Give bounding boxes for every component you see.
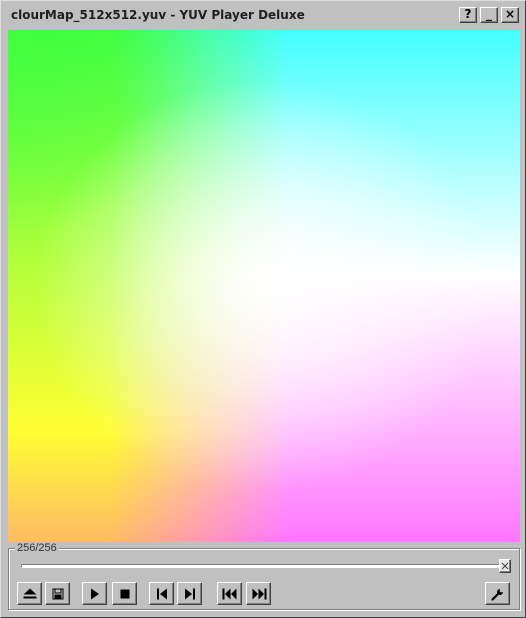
fast-forward-button[interactable] — [246, 582, 271, 605]
close-icon: × — [504, 7, 516, 21]
stop-button[interactable] — [112, 582, 137, 605]
step-forward-icon — [184, 588, 195, 599]
seek-slider[interactable] — [21, 564, 509, 568]
minimize-button[interactable]: _ — [480, 7, 498, 23]
rewind-icon — [222, 588, 236, 599]
step-back-button[interactable] — [149, 582, 174, 605]
step-forward-button[interactable] — [177, 582, 202, 605]
player-window: clourMap_512x512.yuv - YUV Player Deluxe… — [0, 0, 526, 618]
seek-slider-thumb[interactable] — [499, 559, 511, 573]
rewind-button[interactable] — [217, 582, 242, 605]
settings-button[interactable] — [485, 582, 510, 605]
window-title: clourMap_512x512.yuv - YUV Player Deluxe — [11, 8, 305, 22]
save-icon — [52, 588, 63, 599]
play-button[interactable] — [82, 582, 107, 605]
stop-icon — [120, 589, 129, 598]
eject-button[interactable] — [17, 582, 42, 605]
playback-controls: 256/256 — [8, 542, 520, 610]
play-icon — [90, 588, 99, 599]
save-button[interactable] — [45, 582, 70, 605]
eject-icon — [23, 588, 36, 598]
step-back-icon — [156, 588, 167, 599]
title-bar[interactable]: clourMap_512x512.yuv - YUV Player Deluxe… — [3, 3, 523, 27]
fast-forward-icon — [252, 588, 266, 599]
frame-counter: 256/256 — [15, 542, 59, 554]
video-frame — [8, 30, 520, 542]
wrench-icon — [491, 588, 503, 600]
close-button[interactable]: × — [501, 7, 519, 23]
help-button[interactable]: ? — [459, 7, 477, 23]
help-icon: ? — [464, 7, 472, 21]
slider-thumb-icon — [501, 562, 509, 570]
minimize-icon: _ — [486, 7, 492, 21]
